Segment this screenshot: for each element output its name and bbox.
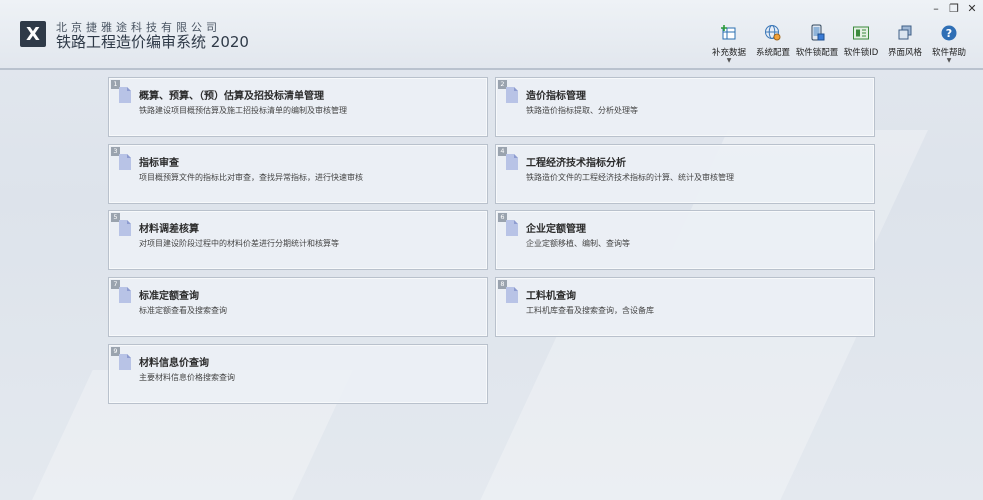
add-data-icon	[720, 24, 738, 42]
toolbar-label: 系统配置	[755, 48, 790, 58]
lock-config-button[interactable]: 软件锁配置	[795, 24, 839, 64]
toolbar-label: 界面风格	[887, 48, 922, 58]
module-card-economic-index-analysis[interactable]: 4 工程经济技术指标分析 铁路造价文件的工程经济技术指标的计算、统计及审核管理	[495, 144, 875, 204]
document-icon	[119, 287, 131, 303]
software-help-button[interactable]: ? 软件帮助 ▼	[927, 24, 971, 64]
module-description: 项目概预算文件的指标比对审查，查找异常指标，进行快速审核	[139, 173, 363, 182]
module-card-material-price-query[interactable]: 9 材料信息价查询 主要材料信息价格搜索查询	[108, 344, 488, 404]
document-icon	[119, 354, 131, 370]
system-config-button[interactable]: 系统配置	[751, 24, 795, 64]
app-logo: X	[20, 21, 46, 47]
module-title: 概算、预算、（预）估算及招投标清单管理	[139, 91, 324, 102]
module-title: 材料信息价查询	[139, 358, 209, 369]
module-description: 铁路造价文件的工程经济技术指标的计算、统计及审核管理	[526, 173, 734, 182]
document-icon	[119, 154, 131, 170]
phone-lock-icon	[808, 24, 826, 42]
document-icon	[506, 154, 518, 170]
module-card-cost-index-management[interactable]: 2 造价指标管理 铁路造价指标提取、分析处理等	[495, 77, 875, 137]
module-card-enterprise-quota-management[interactable]: 6 企业定额管理 企业定额移植、编制、查询等	[495, 210, 875, 270]
window-controls: – ❐ ✕	[931, 2, 977, 15]
close-button[interactable]: ✕	[967, 2, 977, 15]
chevron-down-icon: ▼	[726, 57, 732, 64]
supplement-data-button[interactable]: 补充数据 ▼	[707, 24, 751, 64]
chevron-down-icon: ▼	[946, 57, 952, 64]
svg-text:?: ?	[946, 27, 952, 40]
app-title: 铁路工程造价编审系统 2020	[56, 33, 249, 51]
module-description: 对项目建设阶段过程中的材料价差进行分期统计和核算等	[139, 239, 339, 248]
restore-button[interactable]: ❐	[949, 2, 959, 15]
document-icon	[506, 87, 518, 103]
lock-id-button[interactable]: 软件锁ID	[839, 24, 883, 64]
module-description: 铁路建设项目概预估算及施工招投标清单的编制及审核管理	[139, 106, 347, 115]
module-card-index-review[interactable]: 3 指标审查 项目概预算文件的指标比对审查，查找异常指标，进行快速审核	[108, 144, 488, 204]
module-description: 主要材料信息价格搜索查询	[139, 373, 235, 382]
module-title: 标准定额查询	[139, 291, 199, 302]
module-title: 工料机查询	[526, 291, 576, 302]
toolbar-label: 软件锁配置	[795, 48, 839, 58]
help-icon: ?	[940, 24, 958, 42]
module-title: 工程经济技术指标分析	[526, 158, 626, 169]
toolbar: 补充数据 ▼ 系统配置 软件锁配置 软件锁ID 界面风格 ? 软件帮助 ▼	[707, 24, 971, 64]
minimize-button[interactable]: –	[931, 2, 941, 15]
module-title: 材料调差核算	[139, 224, 199, 235]
module-description: 铁路造价指标提取、分析处理等	[526, 106, 638, 115]
module-description: 标准定额查看及搜索查询	[139, 306, 227, 315]
interface-style-button[interactable]: 界面风格	[883, 24, 927, 64]
module-card-labor-material-machine-query[interactable]: 8 工料机查询 工料机库查看及搜索查询，含设备库	[495, 277, 875, 337]
document-icon	[119, 220, 131, 236]
id-card-icon	[852, 24, 870, 42]
document-icon	[506, 220, 518, 236]
module-card-standard-quota-query[interactable]: 7 标准定额查询 标准定额查看及搜索查询	[108, 277, 488, 337]
document-icon	[506, 287, 518, 303]
module-description: 工料机库查看及搜索查询，含设备库	[526, 306, 654, 315]
layers-icon	[896, 24, 914, 42]
module-card-budget-management[interactable]: 1 概算、预算、（预）估算及招投标清单管理 铁路建设项目概预估算及施工招投标清单…	[108, 77, 488, 137]
module-description: 企业定额移植、编制、查询等	[526, 239, 630, 248]
module-title: 造价指标管理	[526, 91, 586, 102]
title-bar: X 北京捷雅途科技有限公司 铁路工程造价编审系统 2020 – ❐ ✕ 补充数据…	[0, 0, 983, 70]
document-icon	[119, 87, 131, 103]
globe-gear-icon	[764, 24, 782, 42]
toolbar-label: 软件锁ID	[843, 48, 879, 58]
module-title: 指标审查	[139, 158, 179, 169]
module-card-material-price-adjustment[interactable]: 5 材料调差核算 对项目建设阶段过程中的材料价差进行分期统计和核算等	[108, 210, 488, 270]
module-title: 企业定额管理	[526, 224, 586, 235]
